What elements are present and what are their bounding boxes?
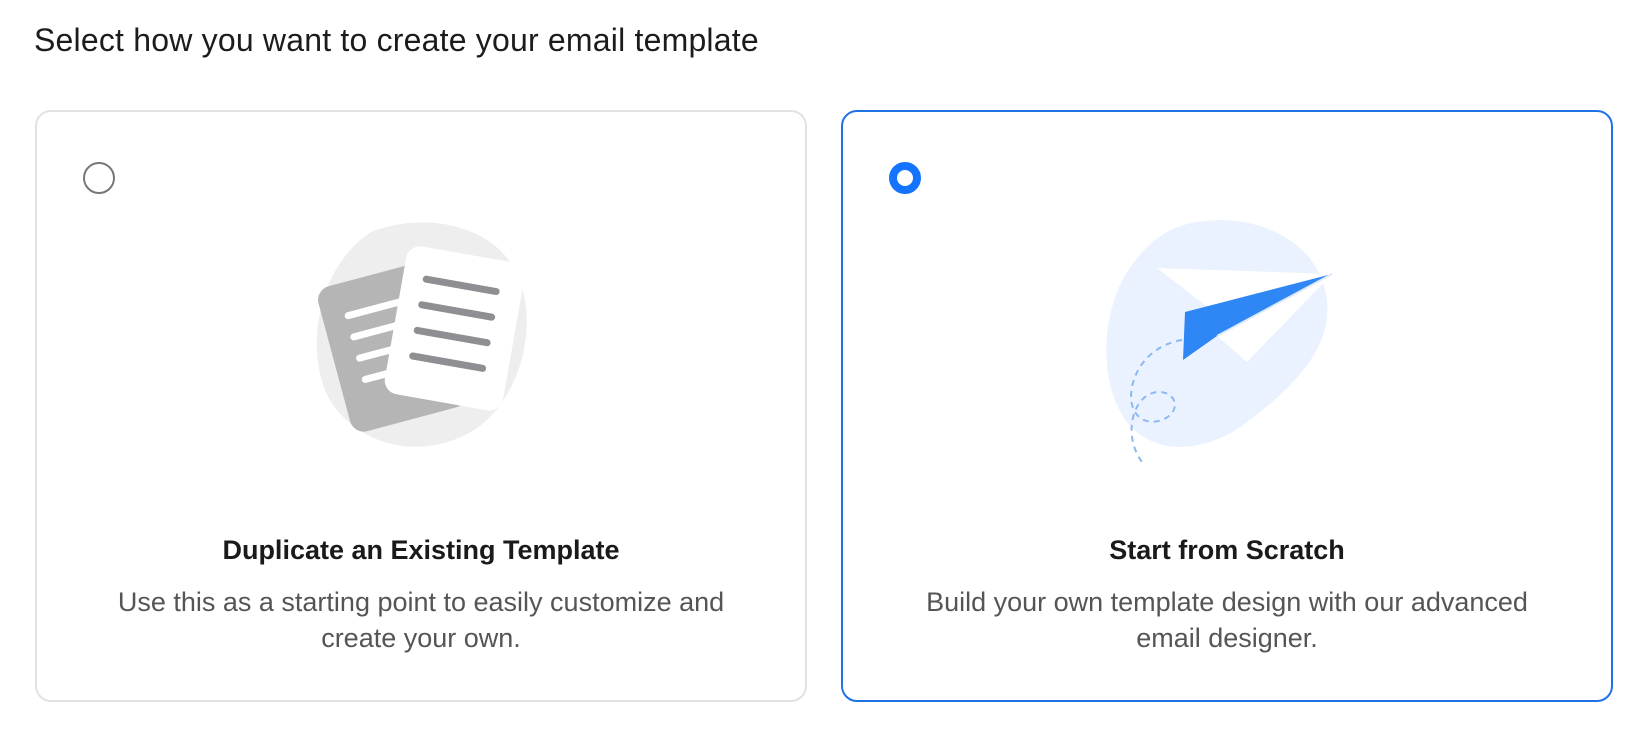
- option-description: Use this as a starting point to easily c…: [117, 587, 725, 653]
- option-title: Duplicate an Existing Template: [222, 535, 620, 565]
- option-card-scratch[interactable]: Start from Scratch Build your own templa…: [841, 110, 1613, 702]
- duplicate-documents-icon: [37, 212, 805, 472]
- option-card-duplicate[interactable]: Duplicate an Existing Template Use this …: [35, 110, 807, 702]
- paper-plane-illustration: [1106, 220, 1333, 463]
- page-heading: Select how you want to create your email…: [34, 22, 759, 58]
- radio-scratch[interactable]: [889, 162, 921, 194]
- duplicate-documents-illustration: [316, 222, 527, 447]
- radio-duplicate[interactable]: [83, 162, 115, 194]
- option-title: Start from Scratch: [1109, 535, 1345, 565]
- option-description: Build your own template design with our …: [926, 587, 1528, 653]
- paper-plane-icon: [843, 212, 1611, 472]
